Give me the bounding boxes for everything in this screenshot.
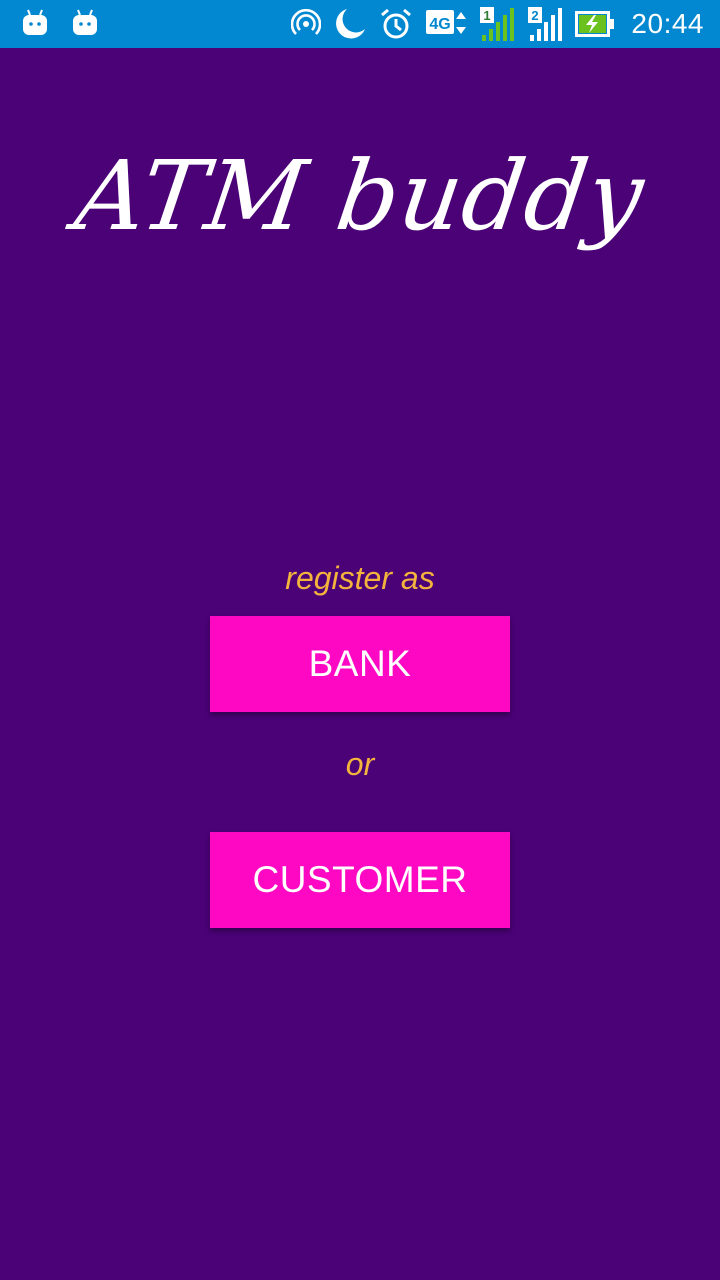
signal-sim1-icon: 1 <box>479 6 515 42</box>
register-as-label: register as <box>285 560 435 596</box>
svg-text:2: 2 <box>532 8 539 23</box>
svg-text:4G: 4G <box>430 16 451 33</box>
hotspot-icon <box>291 6 322 42</box>
svg-text:1: 1 <box>484 8 491 23</box>
do-not-disturb-moon-icon <box>333 6 367 42</box>
or-label: or <box>345 746 375 782</box>
battery-charging-icon <box>575 6 615 42</box>
signal-sim2-icon: 2 <box>527 6 563 42</box>
status-bar: 4G 1 2 20:44 <box>0 0 720 48</box>
bank-button[interactable]: BANK <box>210 616 510 712</box>
4g-data-icon: 4G <box>425 6 467 42</box>
clock: 20:44 <box>631 8 704 39</box>
system-icons: 4G 1 2 20:44 <box>279 4 704 44</box>
alarm-icon <box>379 6 413 42</box>
android-notification-icon <box>72 8 98 36</box>
notification-area <box>22 8 98 36</box>
android-notification-icon <box>22 8 48 36</box>
app-title: ATM buddy <box>68 140 652 252</box>
customer-button[interactable]: CUSTOMER <box>210 832 510 928</box>
